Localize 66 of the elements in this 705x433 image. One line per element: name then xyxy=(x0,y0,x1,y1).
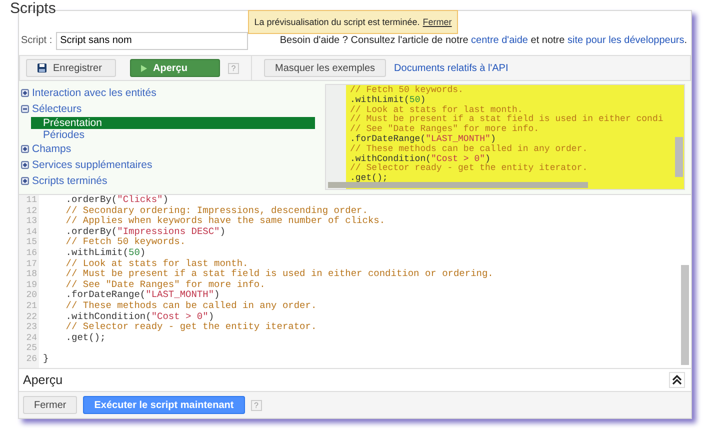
line-number: 24 xyxy=(25,332,38,344)
code-line: // Must be present if a stat field is used in either condition or ordering. xyxy=(64,269,494,280)
code-line: // Selector ready - get the entity iterator. xyxy=(64,322,318,333)
script-name-field[interactable]: Script sans nom xyxy=(56,32,248,50)
help-text: Besoin d'aide ? Consultez l'article de notre centre d'aide et notre site pour les développeurs. xyxy=(280,35,687,46)
hide-examples-button[interactable]: Masquer les exemples xyxy=(264,59,386,77)
tree-item[interactable]: Scripts terminés xyxy=(32,175,108,187)
api-docs-link[interactable]: Documents relatifs à l'API xyxy=(394,62,508,74)
scrollbar[interactable] xyxy=(328,182,588,188)
line-number: 14 xyxy=(25,226,38,238)
notification-text: La prévisualisation du script est terminée. xyxy=(254,17,420,27)
line-number: 20 xyxy=(25,290,38,301)
code-line: .orderBy("Impressions DESC") xyxy=(64,226,226,237)
tree-subitem[interactable]: Présentation xyxy=(31,117,315,129)
code-line: .withCondition("Cost > 0") xyxy=(64,312,216,322)
run-script-button[interactable]: Exécuter le script maintenant xyxy=(83,396,245,414)
preview-title: Aperçu xyxy=(23,373,63,387)
script-label: Script : xyxy=(21,35,52,46)
line-number: 19 xyxy=(25,280,38,290)
scrollbar[interactable] xyxy=(681,265,689,365)
line-number: 18 xyxy=(25,269,38,280)
page-title: Scripts xyxy=(10,0,56,17)
tree-item[interactable]: Sélecteurs xyxy=(32,103,82,115)
line-number: 11 xyxy=(25,195,38,206)
code-line: // Fetch 50 keywords. xyxy=(64,237,187,248)
close-button[interactable]: Fermer xyxy=(23,396,78,414)
line-number: 25 xyxy=(25,343,38,354)
example-code: // Fetch 50 keywords. .withLimit(50) // Look at stats for last month. // Must be present if a stat field is used in either condi // See "Date Ranges" for more info. .forDateRange("LAST_MONTH") // These methods can be called in any order. .withCondition("Cost > 0") // Selector ready - get the entity iterator. .get(); xyxy=(346,85,684,189)
expand-icon[interactable] xyxy=(21,89,29,97)
collapse-icon[interactable] xyxy=(21,105,29,113)
expand-icon[interactable] xyxy=(21,177,29,185)
play-icon xyxy=(141,64,147,72)
line-number: 26 xyxy=(25,354,38,364)
code-line: .forDateRange("LAST_MONTH") xyxy=(64,290,221,301)
code-line: .get(); xyxy=(64,332,107,344)
code-line: // Secondary ordering: Impressions, descending order. xyxy=(64,206,369,216)
tree-item[interactable]: Champs xyxy=(32,143,72,155)
dismiss-link[interactable]: Fermer xyxy=(422,17,452,27)
double-chevron-up-icon xyxy=(672,375,682,385)
code-line: // These methods can be called in any order. xyxy=(64,300,318,312)
line-number: 21 xyxy=(25,300,38,312)
code-line: // Look at stats for last month. xyxy=(64,258,250,269)
line-number: 15 xyxy=(25,237,38,248)
code-line: .withLimit(50) xyxy=(64,248,147,259)
collapse-button[interactable] xyxy=(669,372,685,388)
preview-button[interactable]: Aperçu xyxy=(130,59,220,77)
save-icon xyxy=(37,63,47,73)
line-number: 22 xyxy=(25,312,38,322)
code-line: .orderBy("Clicks") xyxy=(64,195,170,206)
code-line: // Applies when keywords have the same number of clicks. xyxy=(64,216,386,227)
line-number: 16 xyxy=(25,248,38,259)
code-line: // See "Date Ranges" for more info. xyxy=(64,280,266,290)
help-link[interactable]: centre d'aide xyxy=(471,35,528,46)
expand-icon[interactable] xyxy=(21,161,29,169)
code-line: } xyxy=(43,354,50,364)
line-number: 12 xyxy=(25,206,38,216)
line-number: 23 xyxy=(25,322,38,333)
line-number: 17 xyxy=(25,258,38,270)
tree-item[interactable]: Services supplémentaires xyxy=(32,159,152,171)
save-button[interactable]: Enregistrer xyxy=(26,59,116,77)
scrollbar[interactable] xyxy=(675,137,683,177)
tree-item[interactable]: Interaction avec les entités xyxy=(32,87,156,99)
line-number: 13 xyxy=(25,216,38,227)
expand-icon[interactable] xyxy=(21,145,29,153)
tree-subitem[interactable]: Périodes xyxy=(31,129,315,141)
help-link[interactable]: site pour les développeurs xyxy=(567,35,684,46)
